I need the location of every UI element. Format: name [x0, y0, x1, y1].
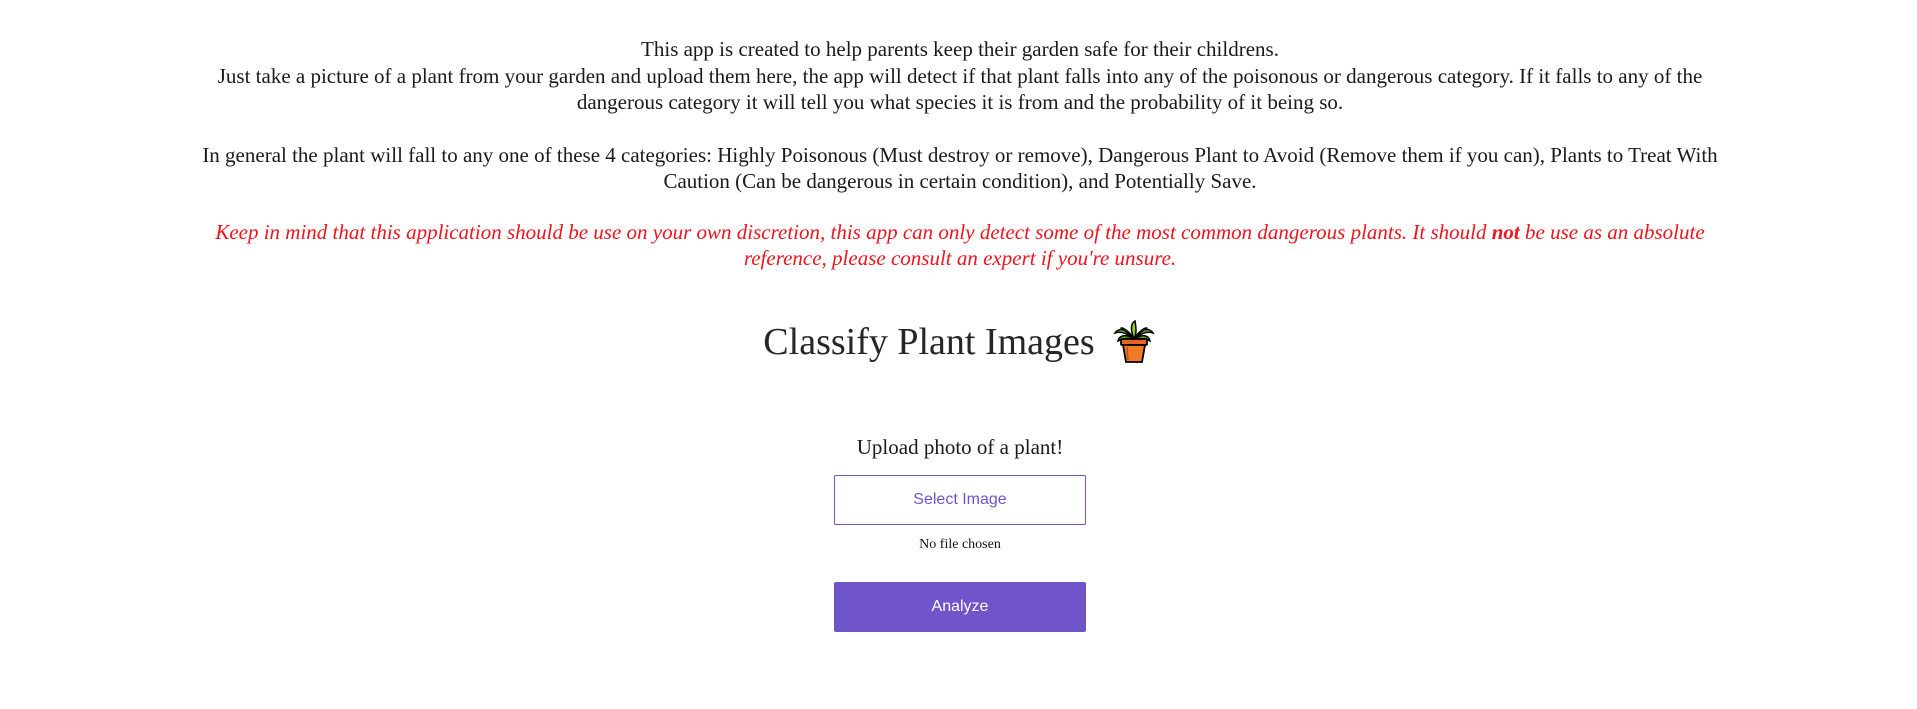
categories-text: In general the plant will fall to any on… — [202, 142, 1718, 194]
warning-emphasis: not — [1491, 219, 1520, 244]
disclaimer-warning: Keep in mind that this application shoul… — [190, 219, 1730, 272]
main-content: This app is created to help parents keep… — [190, 36, 1730, 632]
intro-line-1: This app is created to help parents keep… — [641, 37, 1279, 61]
select-image-button[interactable]: Select Image — [834, 474, 1086, 525]
analyze-button[interactable]: Analyze — [834, 581, 1086, 632]
intro-text: This app is created to help parents keep… — [190, 36, 1730, 116]
title-row: Classify Plant Images — [190, 318, 1730, 366]
page-title: Classify Plant Images — [763, 320, 1095, 363]
file-status-text: No file chosen — [919, 536, 1001, 552]
intro-line-2: Just take a picture of a plant from your… — [217, 63, 1703, 115]
upload-label: Upload photo of a plant! — [856, 434, 1064, 459]
potted-plant-icon — [1111, 319, 1157, 365]
warning-text-start: Keep in mind that this application shoul… — [215, 219, 1492, 244]
